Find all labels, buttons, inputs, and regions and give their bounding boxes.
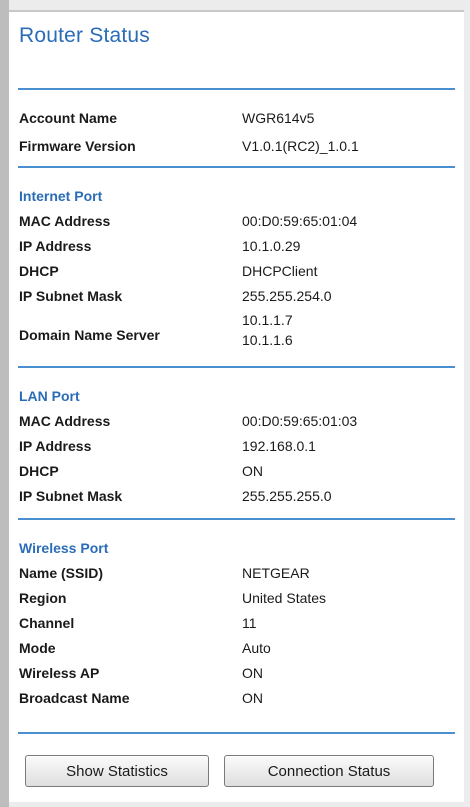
internet-mac-value: 00:D0:59:65:01:04 — [242, 213, 358, 229]
dns-primary-value: 10.1.1.7 — [242, 312, 293, 328]
connection-status-button[interactable]: Connection Status — [224, 755, 434, 787]
lan-dhcp-value: ON — [242, 463, 263, 479]
wireless-ap-label: Wireless AP — [19, 665, 100, 681]
lan-mac-value: 00:D0:59:65:01:03 — [242, 413, 358, 429]
divider — [18, 88, 455, 90]
internet-subnet-value: 255.255.254.0 — [242, 288, 332, 304]
firmware-version-label: Firmware Version — [19, 138, 136, 154]
lan-ip-value: 192.168.0.1 — [242, 438, 316, 454]
firmware-version-value: V1.0.1(RC2)_1.0.1 — [242, 138, 359, 154]
region-label: Region — [19, 590, 67, 606]
mode-value: Auto — [242, 640, 271, 656]
dns-label: Domain Name Server — [19, 327, 160, 343]
lan-port-heading: LAN Port — [19, 388, 80, 404]
broadcast-name-value: ON — [242, 690, 263, 706]
divider — [18, 166, 455, 168]
lan-dhcp-label: DHCP — [19, 463, 59, 479]
show-statistics-button[interactable]: Show Statistics — [25, 755, 209, 787]
internet-subnet-label: IP Subnet Mask — [19, 288, 123, 304]
ssid-value: NETGEAR — [242, 565, 310, 581]
channel-value: 11 — [242, 615, 257, 631]
page-frame: Router Status Account Name WGR614v5 Firm… — [0, 0, 470, 807]
divider — [18, 732, 455, 734]
account-name-value: WGR614v5 — [242, 110, 315, 126]
internet-ip-value: 10.1.0.29 — [242, 238, 301, 254]
divider — [18, 366, 455, 368]
lan-subnet-label: IP Subnet Mask — [19, 488, 123, 504]
channel-label: Channel — [19, 615, 75, 631]
ssid-label: Name (SSID) — [19, 565, 104, 581]
account-name-label: Account Name — [19, 110, 118, 126]
lan-ip-label: IP Address — [19, 438, 92, 454]
wireless-ap-value: ON — [242, 665, 263, 681]
internet-port-heading: Internet Port — [19, 188, 103, 204]
page-title: Router Status — [19, 24, 150, 47]
lan-subnet-value: 255.255.255.0 — [242, 488, 332, 504]
internet-dhcp-value: DHCPClient — [242, 263, 318, 279]
region-value: United States — [242, 590, 327, 606]
lan-mac-label: MAC Address — [19, 413, 111, 429]
internet-dhcp-label: DHCP — [19, 263, 59, 279]
router-status-panel: Router Status Account Name WGR614v5 Firm… — [9, 10, 464, 802]
mode-label: Mode — [19, 640, 56, 656]
wireless-port-heading: Wireless Port — [19, 540, 109, 556]
left-frame-bar — [0, 0, 9, 807]
broadcast-name-label: Broadcast Name — [19, 690, 130, 706]
internet-mac-label: MAC Address — [19, 213, 111, 229]
dns-secondary-value: 10.1.1.6 — [242, 332, 293, 348]
divider — [18, 518, 455, 520]
internet-ip-label: IP Address — [19, 238, 92, 254]
